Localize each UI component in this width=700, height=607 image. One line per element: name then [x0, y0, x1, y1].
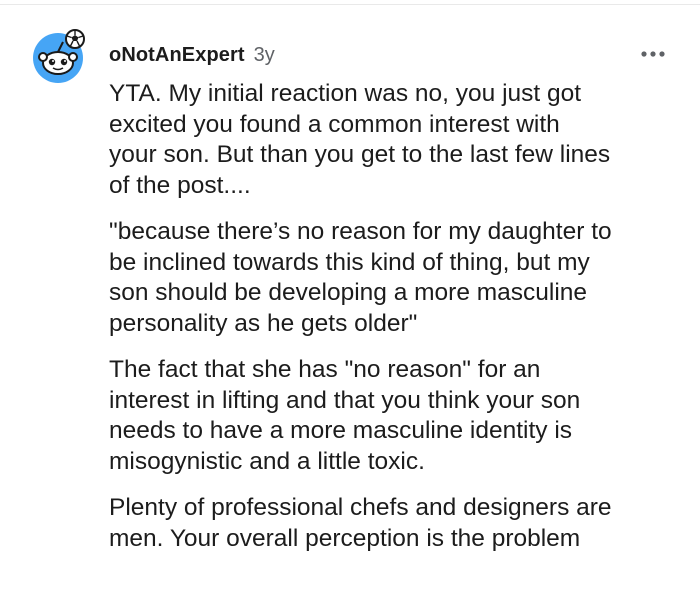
- comment-paragraph: YTA. My initial reaction was no, you jus…: [109, 80, 611, 199]
- comment-paragraph: Plenty of professional chefs and designe…: [109, 494, 612, 552]
- comment: oNotAnExpert 3y YTA. My initial reaction…: [0, 0, 700, 607]
- comment-body: YTA. My initial reaction was no, you jus…: [109, 79, 684, 570]
- username[interactable]: oNotAnExpert: [109, 44, 245, 67]
- comment-paragraph: The fact that she has "no reason" for an…: [109, 356, 581, 475]
- snoo-avatar-icon[interactable]: [31, 27, 89, 85]
- timestamp[interactable]: 3y: [254, 44, 275, 67]
- comment-paragraph: "because there’s no reason for my daught…: [109, 218, 612, 337]
- comment-header: oNotAnExpert 3y: [109, 42, 275, 68]
- more-options-icon: [641, 51, 665, 57]
- more-options-button[interactable]: [638, 44, 668, 64]
